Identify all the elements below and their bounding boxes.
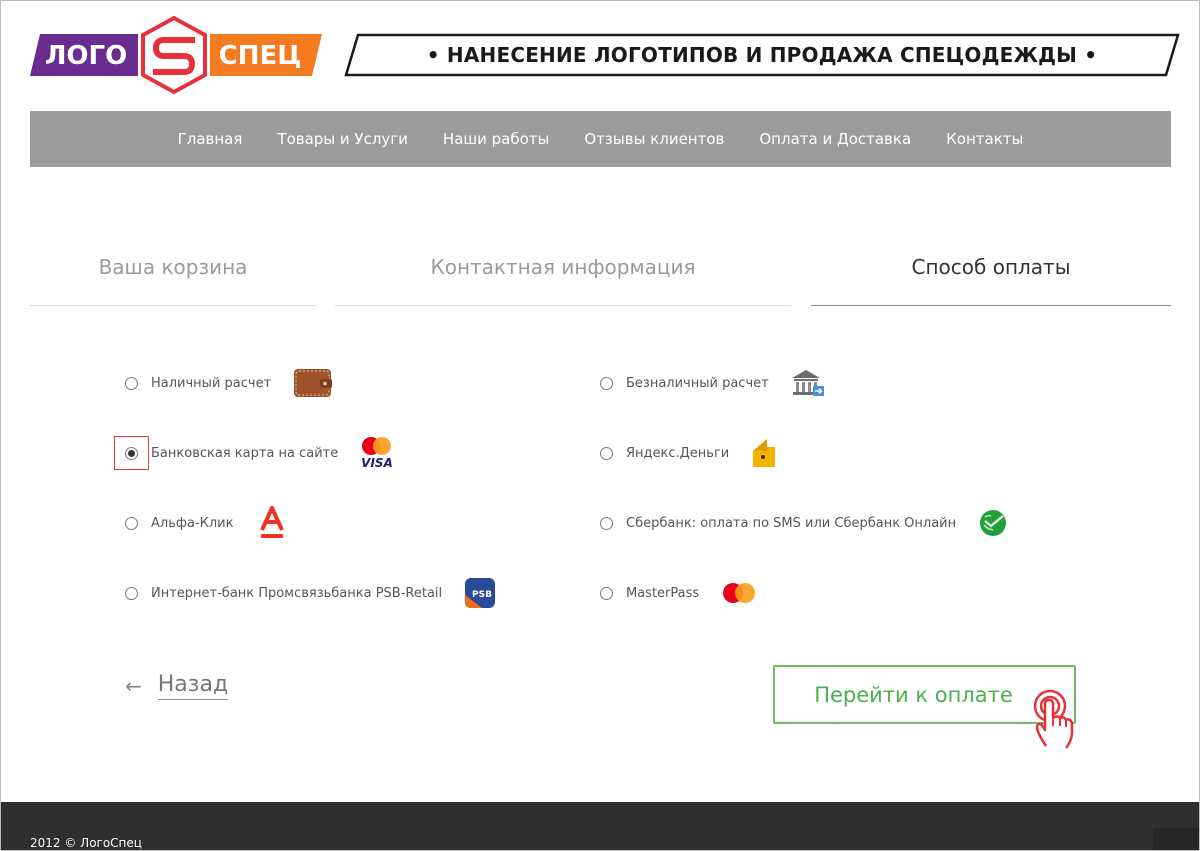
payment-option-alfa-click[interactable]: Альфа-Клик [125, 506, 285, 538]
wallet-icon [294, 369, 333, 397]
radio-button[interactable] [600, 586, 613, 600]
footer-copyright: 2012 © ЛогоСпец [30, 836, 142, 850]
payment-option-label: Сбербанк: оплата по SMS или Сбербанк Онл… [626, 515, 957, 531]
payment-option-label: Наличный расчет [151, 375, 272, 391]
arrow-left-icon: ← [125, 674, 142, 698]
logo-right-text: СПЕЦ [219, 41, 302, 71]
nav-item-payment-delivery[interactable]: Оплата и Доставка [759, 130, 911, 148]
payment-option-label: Яндекс.Деньги [626, 445, 730, 461]
step-label: Способ оплаты [911, 255, 1071, 279]
back-link-label: Назад [157, 672, 229, 700]
payment-option-label: Банковская карта на сайте [151, 445, 339, 461]
sberbank-icon [980, 510, 1007, 536]
psb-text: PSB [472, 590, 492, 600]
bank-icon [791, 370, 824, 396]
radio-button-selected[interactable] [125, 446, 138, 460]
payment-option-cash[interactable]: Наличный расчет [125, 368, 333, 398]
nav-item-contacts[interactable]: Контакты [946, 130, 1023, 148]
nav-item-works[interactable]: Наши работы [443, 130, 549, 148]
payment-option-masterpass[interactable]: MasterPass [600, 578, 757, 608]
mastercard-visa-icon: VISA [361, 437, 393, 470]
nav-item-home[interactable]: Главная [178, 130, 243, 148]
yandex-money-icon [753, 439, 776, 467]
radio-button[interactable] [600, 446, 613, 460]
radio-button[interactable] [125, 586, 138, 600]
back-link[interactable]: ← Назад [125, 670, 229, 702]
radio-button[interactable] [125, 516, 138, 530]
footer-corner-block [1153, 828, 1199, 850]
payment-option-label: Безналичный расчет [626, 375, 769, 391]
step-contact-info[interactable]: Контактная информация [335, 250, 791, 306]
masterpass-icon [723, 583, 756, 603]
payment-option-label: MasterPass [626, 585, 700, 601]
step-cart[interactable]: Ваша корзина [30, 250, 316, 306]
alfa-bank-icon [260, 506, 285, 538]
psb-icon: PSB [465, 578, 496, 608]
nav-item-products[interactable]: Товары и Услуги [277, 130, 408, 148]
footer: 2012 © ЛогоСпец [0, 802, 1200, 851]
payment-option-yandex-money[interactable]: Яндекс.Деньги [600, 438, 777, 468]
radio-button[interactable] [125, 376, 138, 390]
payment-option-bank-transfer[interactable]: Безналичный расчет [600, 368, 825, 398]
logo-left-text: ЛОГО [45, 41, 127, 71]
radio-button[interactable] [600, 516, 613, 530]
step-payment-method[interactable]: Способ оплаты [811, 250, 1171, 306]
radio-button[interactable] [600, 376, 613, 390]
main-nav: Главная Товары и Услуги Наши работы Отзы… [30, 111, 1171, 167]
payment-option-bank-card[interactable]: Банковская карта на сайте VISA [125, 437, 394, 470]
payment-option-sberbank[interactable]: Сбербанк: оплата по SMS или Сбербанк Онл… [600, 508, 1008, 538]
nav-item-reviews[interactable]: Отзывы клиентов [584, 130, 724, 148]
logo-logospec[interactable]: ЛОГО СПЕЦ [30, 12, 322, 98]
step-label: Ваша корзина [98, 255, 248, 279]
payment-option-psb-retail[interactable]: Интернет-банк Промсвязьбанка PSB-Retail … [125, 578, 496, 608]
proceed-button-label: Перейти к оплате [814, 682, 1013, 707]
step-label: Контактная информация [430, 255, 696, 279]
payment-option-label: Интернет-банк Промсвязьбанка PSB-Retail [151, 585, 443, 601]
payment-option-label: Альфа-Клик [151, 515, 234, 531]
hand-pointer-icon [1033, 689, 1074, 749]
slogan-text: • НАНЕСЕНИЕ ЛОГОТИПОВ И ПРОДАЖА СПЕЦОДЕЖ… [426, 43, 1098, 67]
visa-text: VISA [361, 456, 393, 470]
